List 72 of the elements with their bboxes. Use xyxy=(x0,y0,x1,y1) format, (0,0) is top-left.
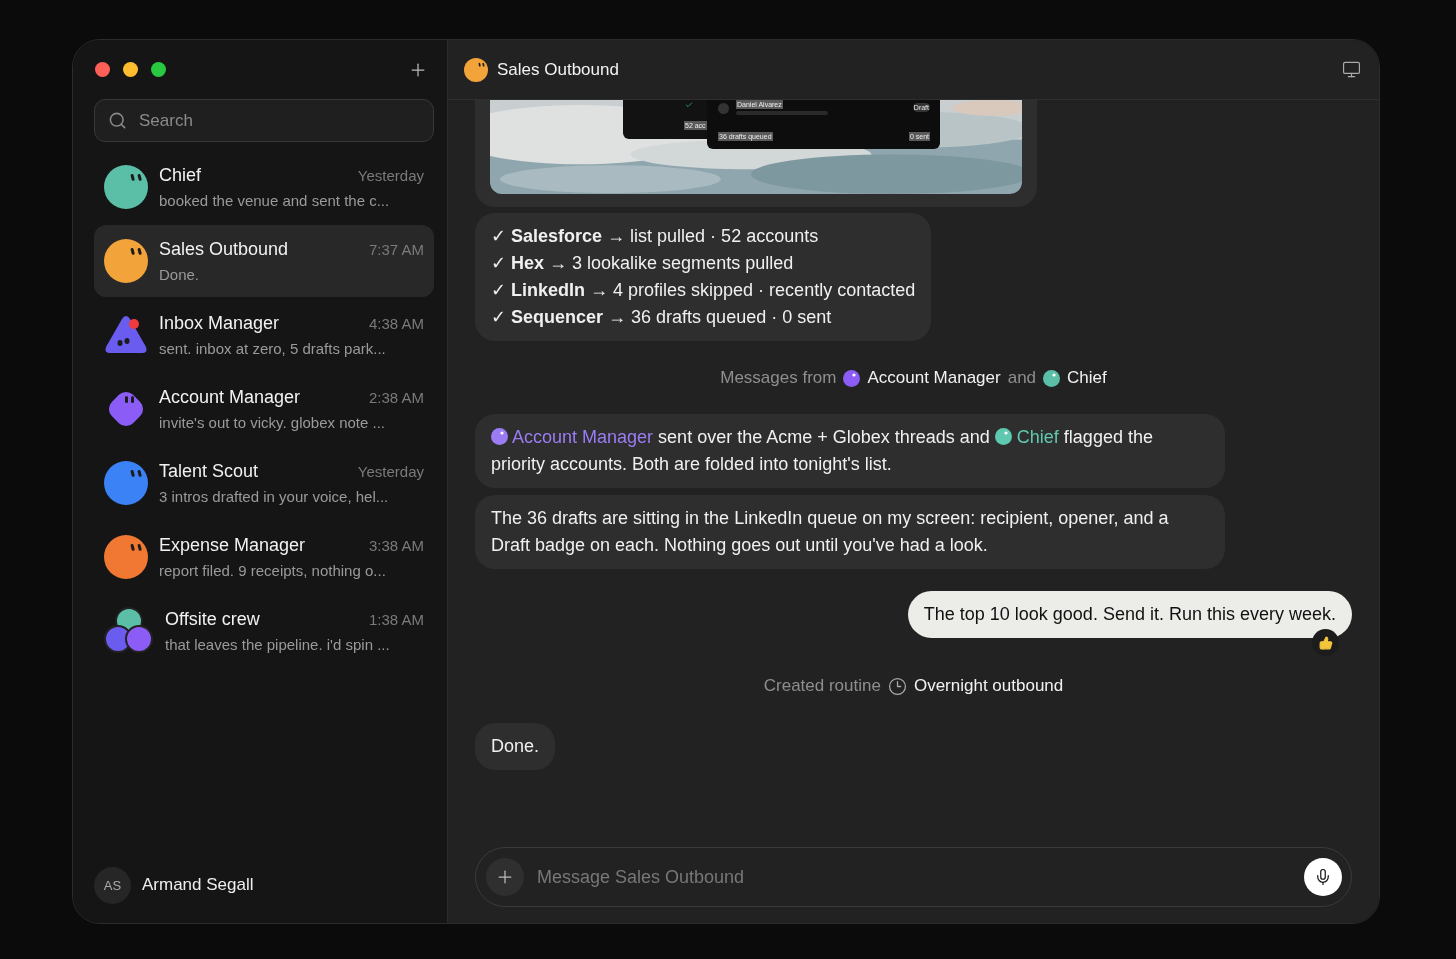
chat-list-item[interactable]: Sales Outbound 7:37 AM Done. xyxy=(94,225,434,297)
mention-link[interactable]: Chief xyxy=(1016,427,1059,447)
chat-list-item[interactable]: Talent Scout Yesterday 3 intros drafted in your voice, hel... xyxy=(94,447,434,519)
chat-list-item[interactable]: Offsite crew 1:38 AM that leaves the pipeline. i'd spin ... xyxy=(94,595,434,667)
chat-preview: sent. inbox at zero, 5 drafts park... xyxy=(159,340,387,357)
chat-preview: booked the venue and sent the c... xyxy=(159,192,391,209)
participant-name: Account Manager xyxy=(867,368,1001,388)
thumbs-up-reaction-icon[interactable] xyxy=(1312,629,1339,656)
step-line: ✓ Sequencer → 36 drafts queued · 0 sent xyxy=(491,306,833,329)
chat-name: Offsite crew xyxy=(165,609,260,630)
note-label: Messages from xyxy=(720,368,837,388)
avatar-icon xyxy=(491,428,508,445)
chat-name: Expense Manager xyxy=(159,535,306,556)
chat-list-item[interactable]: Inbox Manager 4:38 AM sent. inbox at zero, 5 drafts park... xyxy=(94,299,434,371)
chat-name: Inbox Manager xyxy=(159,313,280,334)
chat-time: 2:38 AM xyxy=(368,389,424,406)
chat-title: Sales Outbound xyxy=(497,59,620,80)
avatar-icon xyxy=(994,428,1012,445)
message-text: The 36 drafts are sitting in the LinkedIn queue on my screen: recipient, opener, and a Draft badge on each. Nothing goes out until you've had a look. xyxy=(491,508,1169,555)
blob-avatar-icon xyxy=(104,165,148,209)
check-icon xyxy=(685,101,693,109)
window-minimize-button[interactable] xyxy=(123,62,138,77)
message-text: Account Manager sent over the Acme + Globex threads and Chief flagged the priority accounts. Both are folded into tonight's list. xyxy=(491,427,1153,474)
search-box[interactable]: Search xyxy=(94,99,434,142)
blob-avatar-icon xyxy=(104,535,148,579)
clock-icon xyxy=(887,676,907,696)
window-close-button[interactable] xyxy=(95,62,110,77)
group-avatar-icon xyxy=(104,606,154,656)
avatar-icon xyxy=(843,369,861,387)
message-field[interactable]: Message Sales Outbound xyxy=(535,865,1293,889)
chat-time: 4:38 AM xyxy=(368,315,424,332)
search-field[interactable]: Search xyxy=(137,109,420,132)
message-text: The top 10 look good. Send it. Run this every week. xyxy=(923,604,1336,624)
blob-avatar-icon xyxy=(464,57,488,82)
chat-name: Sales Outbound xyxy=(159,239,289,260)
microphone-icon xyxy=(1314,868,1332,886)
step-line: ✓ Hex → 3 lookalike segments pulled xyxy=(491,252,795,275)
mention-link[interactable]: Account Manager xyxy=(512,427,654,447)
monitor-icon[interactable] xyxy=(1342,60,1361,79)
window-zoom-button[interactable] xyxy=(151,62,166,77)
chat-preview: 3 intros drafted in your voice, hel... xyxy=(159,488,390,505)
chat-list-item[interactable]: Account Manager 2:38 AM invite's out to vicky. globex note ... xyxy=(94,373,434,445)
user-avatar[interactable]: AS xyxy=(94,866,131,904)
microphone-button[interactable] xyxy=(1304,858,1342,896)
routine-name: Overnight outbound xyxy=(913,676,1064,696)
chat-preview: invite's out to vicky. globex note ... xyxy=(159,414,387,431)
user-name: Armand Segall xyxy=(142,875,254,895)
chat-preview: Done. xyxy=(159,266,201,283)
chat-time: 1:38 AM xyxy=(368,611,424,628)
blob-avatar-icon xyxy=(104,461,148,505)
chat-preview: that leaves the pipeline. i'd spin ... xyxy=(165,636,391,653)
chat-list-item[interactable]: Chief Yesterday booked the venue and sent the c... xyxy=(94,151,434,223)
message-text: Done. xyxy=(491,736,540,756)
chat-time: Yesterday xyxy=(357,167,424,184)
chat-name: Account Manager xyxy=(159,387,301,408)
chat-name: Chief xyxy=(159,165,202,186)
note-joiner: and xyxy=(1007,368,1037,388)
participant-name: Chief xyxy=(1067,368,1107,388)
search-icon xyxy=(108,111,127,130)
chat-time: 7:37 AM xyxy=(368,241,424,258)
step-line: ✓ LinkedIn → 4 profiles skipped · recently contacted xyxy=(491,279,916,302)
blob-avatar-icon xyxy=(104,239,148,283)
add-button[interactable] xyxy=(486,858,524,896)
chat-preview: report filed. 9 receipts, nothing o... xyxy=(159,562,387,579)
avatar-icon xyxy=(1043,369,1061,387)
event-label: Created routine xyxy=(763,676,881,696)
chat-time: Yesterday xyxy=(357,463,424,480)
avatar-icon xyxy=(718,103,729,114)
step-line: ✓ Salesforce → list pulled · 52 accounts xyxy=(491,225,820,248)
chat-name: Talent Scout xyxy=(159,461,259,482)
chat-time: 3:38 AM xyxy=(368,537,424,554)
chat-list-item[interactable]: Expense Manager 3:38 AM report filed. 9 receipts, nothing o... xyxy=(94,521,434,593)
